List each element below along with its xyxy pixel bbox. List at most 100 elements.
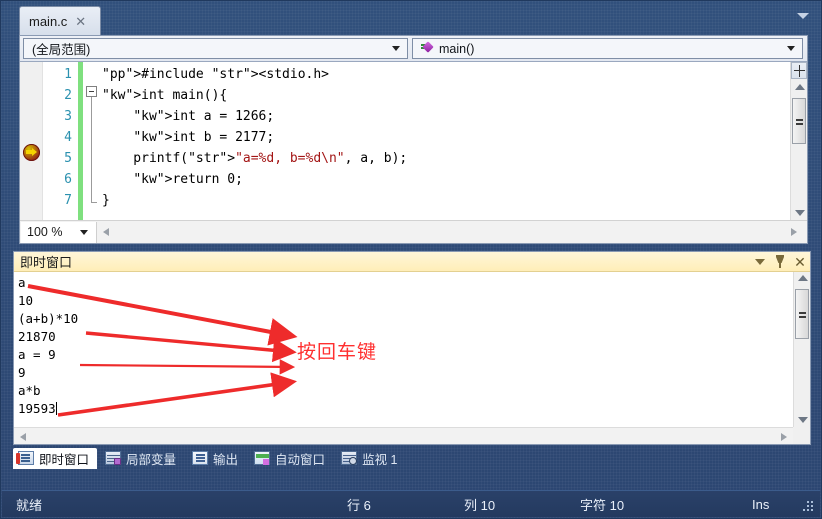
scope-dropdown-value: (全局范围): [32, 43, 91, 57]
close-icon[interactable]: ✕: [75, 15, 86, 28]
immediate-window-pane: 即时窗口 ✕ a 10 (a+b)*10 21870 a = 9 9 a*b 19593: [13, 251, 811, 445]
immediate-line: 10: [18, 293, 34, 308]
status-line-number: 行 6: [347, 497, 371, 513]
document-tab-main-c[interactable]: main.c ✕: [19, 6, 101, 35]
visual-studio-window: main.c ✕ (全局范围) main() 1 2 3 4 5 6 7 "pp">#inc…: [0, 0, 822, 519]
scroll-left-arrow-icon[interactable]: [20, 433, 26, 441]
code-line: printf("str">"a=%d, b=%d\n", a, b);: [102, 151, 408, 166]
watch-icon: [341, 451, 358, 465]
member-dropdown-value: main(): [439, 41, 475, 56]
chevron-down-icon: [392, 46, 400, 51]
line-number: 7: [64, 193, 72, 208]
scroll-up-arrow-icon[interactable]: [795, 84, 805, 90]
document-tab-label: main.c: [29, 13, 68, 29]
line-number: 2: [64, 88, 72, 103]
scroll-down-arrow-icon[interactable]: [798, 417, 808, 423]
method-icon: [421, 41, 434, 55]
collapse-outline-icon[interactable]: [86, 86, 97, 97]
code-line: }: [102, 193, 110, 208]
scroll-up-arrow-icon[interactable]: [798, 275, 808, 281]
status-insert-mode: Ins: [752, 496, 770, 512]
line-number: 6: [64, 172, 72, 187]
code-line: "kw">int b = 2177;: [133, 130, 275, 145]
resize-grip-icon[interactable]: [801, 501, 815, 513]
status-text: 就绪: [16, 497, 43, 513]
code-line: "kw">int main(){: [102, 88, 228, 103]
tool-tab-3[interactable]: 自动窗口: [249, 448, 333, 469]
immediate-line: a*b: [18, 383, 41, 398]
annotation-label: 按回车键: [297, 341, 378, 363]
immediate-line: 9: [18, 365, 26, 380]
status-column-number: 列 10: [464, 497, 496, 513]
outline-bracket: [91, 97, 97, 203]
tool-tab-1[interactable]: 局部变量: [100, 448, 184, 469]
line-number: 5: [64, 151, 72, 166]
outlining-margin[interactable]: [86, 62, 102, 220]
close-icon: ✕: [794, 253, 806, 270]
scrollbar-thumb[interactable]: [795, 289, 809, 339]
immediate-window-titlebar: 即时窗口 ✕: [14, 252, 810, 272]
code-text-area[interactable]: 1 2 3 4 5 6 7 "pp">#include "str"><stdio.h> "kw…: [20, 62, 807, 220]
tool-tab-label: 输出: [213, 452, 239, 467]
instruction-pointer-arrow-icon: [23, 144, 40, 161]
tool-tab-label: 局部变量: [126, 452, 177, 467]
zoom-level-dropdown[interactable]: 100 %: [21, 221, 97, 243]
tool-tab-4[interactable]: 监视 1: [336, 448, 405, 469]
chevron-down-icon: [80, 229, 88, 235]
immediate-vertical-scrollbar[interactable]: [793, 272, 810, 427]
member-dropdown[interactable]: main(): [412, 38, 803, 59]
editor-horizontal-scrollbar[interactable]: [109, 221, 791, 243]
immediate-window-output: a 10 (a+b)*10 21870 a = 9 9 a*b 19593: [18, 274, 78, 418]
window-menu-button[interactable]: [750, 253, 770, 271]
scrollbar-corner: [793, 427, 810, 444]
tool-tab-label: 监视 1: [362, 452, 398, 467]
locals-icon: [105, 451, 122, 465]
scope-dropdown[interactable]: (全局范围): [23, 38, 408, 59]
immediate-line: 21870: [18, 329, 56, 344]
split-editor-icon[interactable]: [791, 62, 807, 79]
breakpoint-margin[interactable]: [20, 62, 43, 220]
scrollbar-thumb[interactable]: [792, 98, 806, 144]
tool-tab-label: 自动窗口: [275, 452, 326, 467]
scroll-right-arrow-icon[interactable]: [791, 228, 797, 236]
immediate-line: (a+b)*10: [18, 311, 79, 326]
pin-button[interactable]: [770, 253, 790, 271]
status-bar: 就绪 行 6 列 10 字符 10 Ins: [2, 490, 820, 517]
document-tab-strip: main.c ✕: [1, 1, 822, 35]
tool-window-tab-strip: 即时窗口 局部变量 输出 自动窗口 监视 1: [13, 447, 409, 469]
line-number: 4: [64, 130, 72, 145]
scroll-right-arrow-icon[interactable]: [781, 433, 787, 441]
chevron-down-icon: [755, 258, 765, 265]
immediate-line: a: [18, 275, 26, 290]
close-button[interactable]: ✕: [790, 253, 810, 271]
chevron-down-icon[interactable]: [797, 13, 809, 19]
output-icon: [192, 451, 209, 465]
tool-tab-0[interactable]: 即时窗口: [13, 447, 98, 469]
code-line: "kw">return 0;: [133, 172, 243, 187]
line-number: 3: [64, 109, 72, 124]
editor-status-strip: 100 %: [20, 220, 807, 243]
code-editor-pane: (全局范围) main() 1 2 3 4 5 6 7 "pp">#include "str…: [19, 35, 808, 244]
chevron-down-icon: [787, 46, 795, 51]
text-caret: [55, 402, 57, 415]
change-tracking-bar: [78, 62, 83, 220]
immediate-window-title: 即时窗口: [20, 255, 73, 270]
immediate-line: 19593: [18, 401, 57, 416]
immediate-line: a = 9: [18, 347, 56, 362]
immediate-window-content[interactable]: a 10 (a+b)*10 21870 a = 9 9 a*b 19593: [14, 272, 793, 427]
code-line: "kw">int a = 1266;: [133, 109, 275, 124]
line-number: 1: [64, 67, 72, 82]
tool-tab-2[interactable]: 输出: [187, 448, 246, 469]
zoom-level-value: 100 %: [27, 225, 63, 239]
editor-navigation-bar: (全局范围) main(): [20, 36, 807, 62]
immediate-window-icon: [16, 451, 34, 465]
scroll-down-arrow-icon[interactable]: [795, 210, 805, 216]
pin-icon: [774, 255, 786, 268]
code-line: "pp">#include "str"><stdio.h>: [102, 67, 330, 82]
source-code: "pp">#include "str"><stdio.h> "kw">int ma…: [102, 64, 807, 211]
status-character-number: 字符 10: [580, 497, 625, 513]
tool-tab-label: 即时窗口: [39, 452, 90, 467]
line-number-gutter: 1 2 3 4 5 6 7: [42, 64, 72, 211]
immediate-horizontal-scrollbar[interactable]: [14, 427, 793, 444]
editor-vertical-scrollbar[interactable]: [790, 62, 807, 220]
